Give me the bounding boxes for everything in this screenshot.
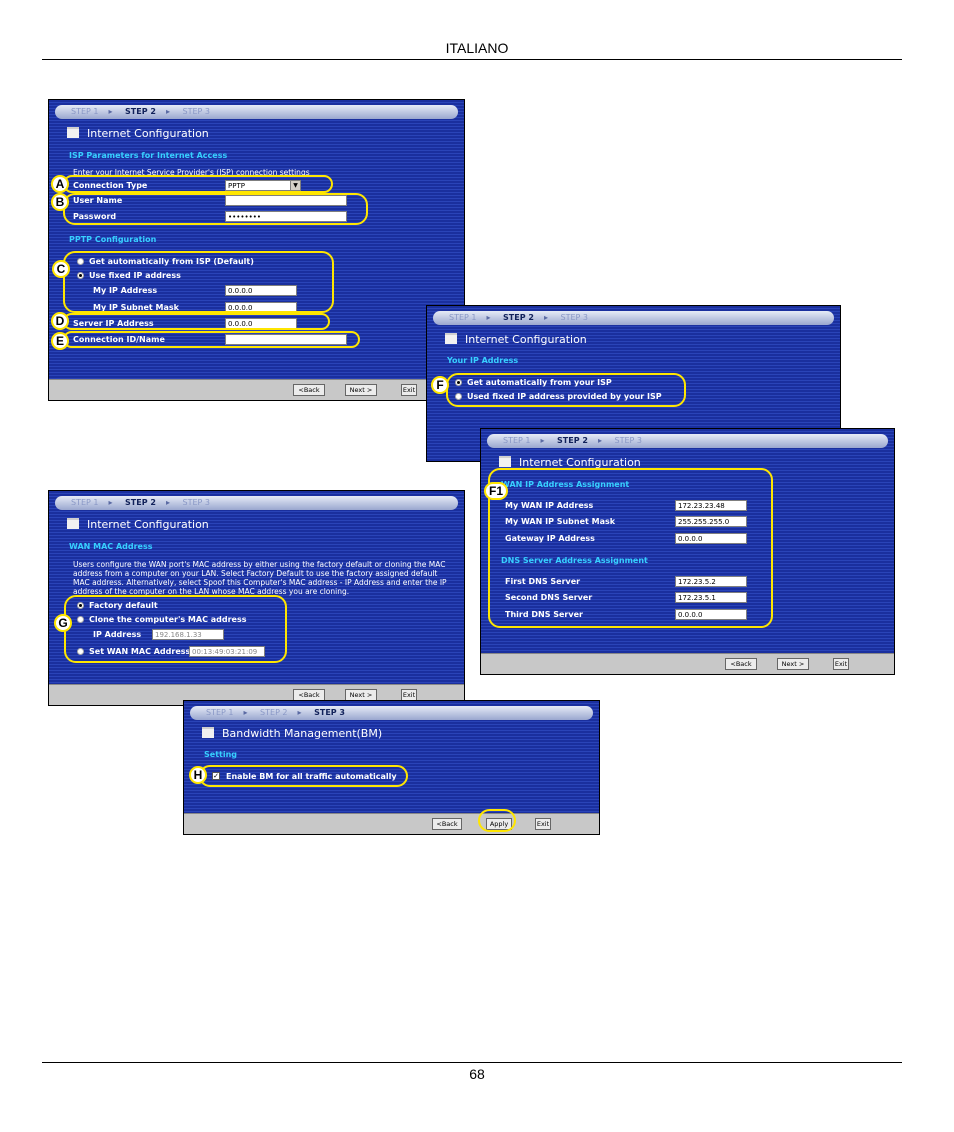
step-2: STEP 2	[557, 436, 588, 445]
page-title: Internet Configuration	[67, 127, 209, 140]
step-3: STEP 3	[314, 708, 345, 717]
badge-h: H	[189, 766, 207, 784]
badge-f1: F1	[484, 482, 508, 500]
folder-icon	[67, 127, 79, 138]
step-bar: STEP 1 ▸ STEP 2 ▸ STEP 3	[433, 311, 834, 325]
button-bar: <Back Next > Exit	[49, 379, 464, 400]
exit-button[interactable]: Exit	[401, 384, 417, 396]
page-title: Bandwidth Management(BM)	[202, 727, 382, 740]
highlight-d	[63, 313, 330, 330]
button-bar: <Back Next > Exit	[481, 653, 894, 674]
step-3: STEP 3	[182, 498, 210, 507]
step-1: STEP 1	[449, 313, 477, 322]
badge-f: F	[431, 376, 449, 394]
footer-rule	[42, 1062, 902, 1063]
folder-icon	[67, 518, 79, 529]
step-1: STEP 1	[71, 107, 99, 116]
highlight-h	[199, 765, 408, 787]
back-button[interactable]: <Back	[432, 818, 462, 830]
folder-icon	[445, 333, 457, 344]
highlight-f	[446, 373, 686, 407]
step-3: STEP 3	[614, 436, 642, 445]
highlight-e	[63, 331, 360, 348]
step-2: STEP 2	[125, 107, 156, 116]
next-button[interactable]: Next >	[777, 658, 809, 670]
next-button[interactable]: Next >	[345, 384, 377, 396]
section-setting: Setting	[204, 750, 237, 759]
section-your-ip: Your IP Address	[447, 356, 519, 365]
description-text: Users configure the WAN port's MAC addre…	[73, 560, 447, 596]
step-3: STEP 3	[182, 107, 210, 116]
folder-icon	[202, 727, 214, 738]
folder-icon	[499, 456, 511, 467]
section-wan-mac: WAN MAC Address	[69, 542, 153, 551]
highlight-c	[63, 251, 334, 313]
step-3: STEP 3	[560, 313, 588, 322]
screenshot-pptp-config: STEP 1 ▸ STEP 2 ▸ STEP 3 Internet Configur…	[48, 99, 465, 401]
step-1: STEP 1	[206, 708, 234, 717]
page-title: Internet Configuration	[67, 518, 209, 531]
highlight-f1	[488, 468, 773, 628]
step-1: STEP 1	[71, 498, 99, 507]
step-1: STEP 1	[503, 436, 531, 445]
page-header: ITALIANO	[445, 40, 509, 56]
highlight-g	[64, 595, 287, 663]
badge-d: D	[51, 312, 69, 330]
badge-g: G	[54, 614, 72, 632]
badge-c: C	[52, 260, 70, 278]
page-number: 68	[469, 1066, 485, 1082]
step-2: STEP 2	[260, 708, 288, 717]
step-bar: STEP 1 ▸ STEP 2 ▸ STEP 3	[190, 706, 593, 720]
exit-button[interactable]: Exit	[833, 658, 849, 670]
back-button[interactable]: <Back	[293, 384, 325, 396]
back-button[interactable]: <Back	[725, 658, 757, 670]
page-title: Internet Configuration	[445, 333, 587, 346]
section-isp: ISP Parameters for Internet Access	[69, 151, 228, 160]
step-bar: STEP 1 ▸ STEP 2 ▸ STEP 3	[487, 434, 888, 448]
highlight-apply	[478, 809, 516, 832]
section-pptp: PPTP Configuration	[69, 235, 157, 244]
step-bar: STEP 1 ▸ STEP 2 ▸ STEP 3	[55, 105, 458, 119]
step-bar: STEP 1 ▸ STEP 2 ▸ STEP 3	[55, 496, 458, 510]
step-2: STEP 2	[503, 313, 534, 322]
highlight-a	[63, 175, 333, 193]
step-2: STEP 2	[125, 498, 156, 507]
badge-b: B	[51, 193, 69, 211]
button-bar: <Back Apply Exit	[184, 813, 599, 834]
badge-e: E	[51, 332, 69, 350]
highlight-b	[63, 193, 368, 225]
header-rule	[42, 59, 902, 60]
exit-button[interactable]: Exit	[535, 818, 551, 830]
badge-a: A	[51, 175, 69, 193]
